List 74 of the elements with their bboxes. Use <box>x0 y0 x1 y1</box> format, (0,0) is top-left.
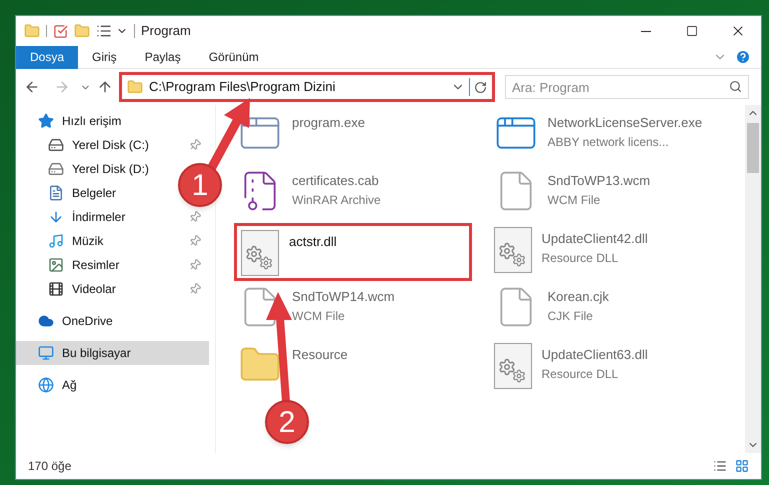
up-icon[interactable] <box>97 79 113 95</box>
file-name: NetworkLicenseServer.exe <box>548 114 702 132</box>
sidebar-item[interactable]: OneDrive <box>16 309 121 333</box>
sidebar-item[interactable]: Hızlı erişim <box>16 109 130 133</box>
file-item[interactable]: NetworkLicenseServer.exe ABBY network licens... <box>490 107 728 165</box>
sidebar-item[interactable]: Belgeler <box>16 181 124 205</box>
file-item[interactable]: actstr.dll <box>234 223 472 281</box>
file-item[interactable]: UpdateClient63.dll Resource DLL <box>490 339 728 397</box>
properties-icon[interactable] <box>96 23 112 39</box>
file-item[interactable]: SndToWP13.wcm WCM File <box>490 165 728 223</box>
file-type: Resource DLL <box>542 250 620 266</box>
sidebar-item[interactable]: Bu bilgisayar <box>16 341 209 365</box>
search-field[interactable]: Ara: Program <box>505 75 749 99</box>
refresh-icon[interactable] <box>474 80 487 94</box>
globe-icon <box>38 377 54 393</box>
file-type: CJK File <box>548 308 594 324</box>
film-icon <box>48 281 64 297</box>
ribbon-tab[interactable]: Giriş <box>78 46 131 68</box>
file-type: WCM File <box>548 192 602 208</box>
file-type: Resource DLL <box>542 366 620 382</box>
sidebar-item[interactable]: Resimler <box>16 253 209 277</box>
gear-file-icon <box>241 230 279 276</box>
checkbox-icon[interactable] <box>53 24 68 38</box>
sidebar-item[interactable]: Yerel Disk (D:) <box>16 157 157 181</box>
scroll-thumb[interactable] <box>747 123 759 173</box>
drive-icon <box>48 137 64 153</box>
maximize-icon <box>686 25 698 37</box>
file-name: program.exe <box>292 114 365 132</box>
file-type: ABBY network licens... <box>548 134 670 150</box>
file-item[interactable]: program.exe <box>234 107 472 165</box>
details-view-icon[interactable] <box>713 459 727 473</box>
gear-file-icon <box>494 343 532 389</box>
sidebar-item[interactable]: İndirmeler <box>16 205 209 229</box>
file-name: UpdateClient63.dll <box>542 346 648 364</box>
address-bar[interactable]: C:\Program Files\Program Dizini <box>119 72 495 102</box>
item-count: 170 öğe <box>28 458 72 475</box>
file-type: WCM File <box>292 308 346 324</box>
folder-icon <box>127 79 143 95</box>
drive-icon <box>48 161 64 177</box>
file-item[interactable]: Resource <box>234 339 472 397</box>
ribbon-tab[interactable]: Dosya <box>16 46 78 68</box>
document-icon <box>48 185 64 201</box>
sidebar-item[interactable]: Videolar <box>16 277 209 301</box>
file-name: actstr.dll <box>289 233 337 251</box>
sidebar-item[interactable]: Müzik <box>16 229 209 253</box>
minimize-icon <box>641 30 651 32</box>
gear-file-icon <box>494 227 532 273</box>
help-icon[interactable] <box>735 49 751 65</box>
star-icon <box>38 113 54 129</box>
file-name: Korean.cjk <box>548 288 609 306</box>
file-item[interactable]: UpdateClient42.dll Resource DLL <box>490 223 728 281</box>
file-item[interactable]: certificates.cab WinRAR Archive <box>234 165 472 223</box>
file-name: UpdateClient42.dll <box>542 230 648 248</box>
back-icon[interactable] <box>24 79 40 95</box>
file-name: certificates.cab <box>292 172 380 190</box>
ribbon-tab[interactable]: Paylaş <box>130 46 195 68</box>
sidebar-item[interactable]: Ağ <box>16 373 85 397</box>
file-name: Resource <box>292 346 348 364</box>
window-title: Program <box>141 22 191 40</box>
cloud-icon <box>38 313 54 329</box>
address-path: C:\Program Files\Program Dizini <box>149 78 336 96</box>
tiles-view-icon[interactable] <box>735 459 749 473</box>
file-name: SndToWP14.wcm <box>292 288 395 306</box>
search-icon[interactable] <box>729 80 742 93</box>
picture-icon <box>48 257 64 273</box>
ribbon-tab[interactable]: Görünüm <box>194 46 273 68</box>
music-note-icon <box>48 233 64 249</box>
file-item[interactable]: Korean.cjk CJK File <box>490 281 728 339</box>
sidebar-item[interactable]: Yerel Disk (C:) <box>16 133 209 157</box>
monitor-icon <box>38 345 54 361</box>
download-icon <box>48 209 64 225</box>
scrollbar[interactable] <box>745 105 761 453</box>
file-name: SndToWP13.wcm <box>548 172 650 190</box>
file-type: WinRAR Archive <box>292 192 381 208</box>
